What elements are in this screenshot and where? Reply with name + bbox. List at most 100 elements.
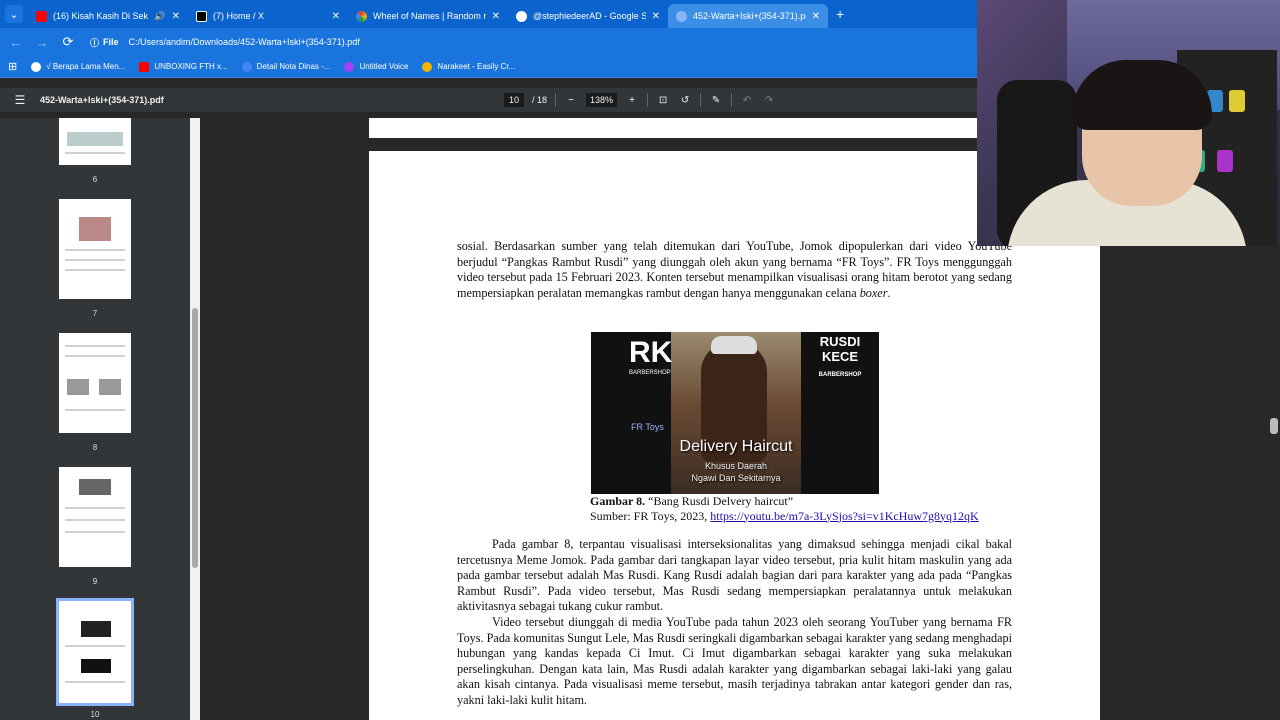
page-thumbnail[interactable] [59,118,131,165]
thumbnail-text-line [65,645,125,647]
annotate-icon[interactable]: ✎ [709,95,723,106]
rk-logo: RK [629,336,673,369]
scrollbar-thumb[interactable] [192,308,198,568]
arrow-icon [241,61,252,72]
bookmark-label: UNBOXING FTH x... [154,62,228,71]
fit-page-icon[interactable]: ⊡ [656,95,670,106]
bookmark-item[interactable]: UNBOXING FTH x... [139,61,228,72]
shelf-item [1217,150,1233,172]
italic-term: boxer [859,285,888,300]
redo-icon[interactable]: ↷ [762,95,776,106]
apps-icon[interactable]: ⊞ [8,60,17,73]
tab-title: 452-Warta+Iski+(354-371).pdf [693,11,806,21]
thumbnail-scrollbar[interactable] [190,118,200,720]
figure-caption: Gambar 8. “Bang Rusdi Delvery haircut” S… [590,494,979,523]
youtube-icon [36,10,47,22]
browser-tab[interactable]: (7) Home / X ✕ [188,4,348,28]
forward-icon[interactable]: → [34,35,50,50]
thumbnail-label: 7 [92,309,98,318]
page-thumbnail[interactable] [59,199,131,299]
bookmark-label: Detail Nota Dinas -... [256,62,331,71]
audio-playing-icon[interactable]: 🔊 [154,11,165,22]
page-number-input[interactable]: 10 [504,93,524,107]
bookmark-item[interactable]: Detail Nota Dinas -... [241,61,331,72]
url-scheme-label: File [103,37,119,47]
browser-tab[interactable]: (16) Kisah Kasih Di Sekolah 🔊 ✕ [28,4,188,28]
close-icon[interactable]: ✕ [812,11,820,22]
thumbnail-figure [79,217,111,241]
caption-link[interactable]: https://youtu.be/m7a-3LySjos?si=v1KcHuw7… [710,509,978,523]
bookmark-item[interactable]: √ Berapa Lama Men... [31,61,125,72]
url-input[interactable]: C:/Users/andim/Downloads/452-Warta+Iski+… [129,37,360,47]
page-thumbnail-selected[interactable] [56,598,134,706]
tab-title: (7) Home / X [213,11,265,21]
browser-tab[interactable]: @stephiedeerAD - Google Search ✕ [508,4,668,28]
page-total: / 18 [532,95,548,105]
thumbnail-label: 6 [92,175,98,184]
thumbnail-text-line [65,531,125,533]
close-icon[interactable]: ✕ [652,11,660,22]
shelf-item [1229,90,1245,112]
divider [555,93,557,107]
rusdi-logo-subtitle: BARBERSHOP [818,372,862,378]
menu-icon[interactable]: ☰ [0,93,40,107]
thumbnail-figure [67,379,89,395]
pdf-controls: 10 / 18 − 138% + ⊡ ↺ ✎ ↶ ↷ [504,88,776,112]
thumbnail-text-line [65,519,125,521]
rotate-icon[interactable]: ↺ [678,95,692,106]
divider [731,93,733,107]
page-thumbnail[interactable] [59,467,131,567]
hat-shape [711,336,757,354]
thumbnail-figure [67,132,123,146]
paragraph: Pada gambar 8, terpantau visualisasi int… [457,537,1012,614]
close-icon[interactable]: ✕ [492,11,500,22]
thumbnail-text-line [65,249,125,251]
thumbnail-label: 9 [92,577,98,586]
thumbnail-label: 8 [92,443,98,452]
paragraph-end: . [887,285,891,300]
browser-tab-active[interactable]: 452-Warta+Iski+(354-371).pdf ✕ [668,4,828,28]
voice-icon [344,61,355,72]
zoom-input[interactable]: 138% [586,93,618,107]
close-icon[interactable]: ✕ [332,11,340,22]
page-thumbnail[interactable] [59,333,131,433]
paragraph: sosial. Berdasarkan sumber yang telah di… [457,239,1012,301]
thumbnail-text-line [65,355,125,357]
undo-icon[interactable]: ↶ [740,95,754,106]
close-icon[interactable]: ✕ [172,11,180,22]
zoom-out-button[interactable]: − [564,95,578,106]
google-icon [516,10,527,22]
new-tab-button[interactable]: + [836,6,844,22]
paragraph: Video tersebut diunggah di media YouTube… [457,615,1012,707]
divider [700,93,702,107]
thumbnail-text-line [65,269,125,271]
thumbnail-text-line [65,507,125,509]
divider [647,93,649,107]
figure-image: RK BARBERSHOP RUSDI KECE BARBERSHOP FR To… [591,332,879,494]
bookmark-item[interactable]: Untitled Voice [344,61,409,72]
thumbnail-text-line [65,345,125,347]
zoom-in-button[interactable]: + [625,95,639,106]
viewer-scrollbar-thumb[interactable] [1270,418,1278,434]
tab-title: @stephiedeerAD - Google Search [533,11,646,21]
tab-search-button[interactable]: ⌄ [0,0,28,28]
back-icon[interactable]: ← [8,35,24,50]
bookmark-label: Untitled Voice [359,62,409,71]
hair [1072,60,1212,130]
thumbnail-text-line [65,152,125,154]
watermark: FR Toys [631,422,664,432]
bookmark-item[interactable]: Narakeet - Easily Cr... [422,61,515,72]
thumbnail-text-line [65,681,125,683]
webcam-overlay [977,0,1280,246]
subtitle-line: Khusus Daerah [704,461,768,471]
site-info-button[interactable]: ⓘ File [90,36,119,49]
thumbnail-figure [99,379,121,395]
rk-logo-subtitle: BARBERSHOP [629,370,671,376]
browser-tab[interactable]: Wheel of Names | Random name ✕ [348,4,508,28]
rusdi-logo-text: RUSDI KECE [819,334,861,364]
thumbnail-text-line [65,259,125,261]
info-icon: ⓘ [90,37,100,48]
globe-icon [31,61,42,72]
reload-icon[interactable]: ⟳ [60,34,76,50]
thumbnail-figure [81,659,111,673]
